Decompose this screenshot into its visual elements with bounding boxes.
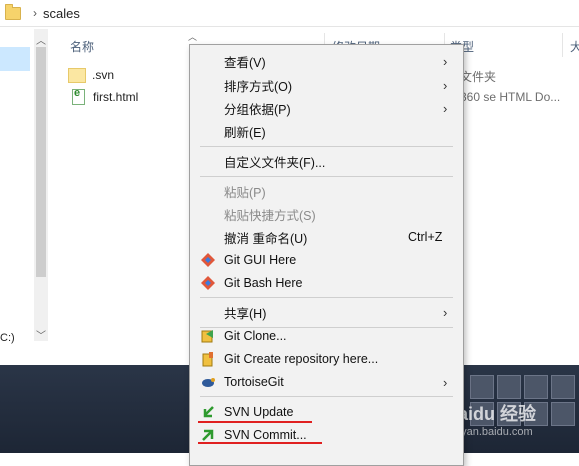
menu-item-group[interactable]: 分组依据(P) › bbox=[190, 97, 463, 119]
git-clone-icon bbox=[201, 330, 213, 343]
menu-separator bbox=[200, 176, 453, 177]
column-name[interactable]: 名称 bbox=[70, 38, 94, 55]
file-name: .svn bbox=[92, 68, 115, 82]
menu-item-label: Git GUI Here bbox=[224, 253, 297, 267]
menu-item-refresh[interactable]: 刷新(E) bbox=[190, 120, 463, 142]
chevron-right-icon: › bbox=[443, 374, 448, 390]
context-menu: 查看(V) › 排序方式(O) › 分组依据(P) › 刷新(E) 自定义文件夹… bbox=[189, 44, 464, 466]
menu-item-customize-folder[interactable]: 自定义文件夹(F)... bbox=[190, 150, 463, 172]
svn-update-icon bbox=[203, 406, 214, 418]
menu-item-git-bash[interactable]: Git Bash Here bbox=[190, 272, 463, 294]
menu-item-label: 自定义文件夹(F)... bbox=[224, 155, 326, 170]
menu-item-label: 粘贴快捷方式(S) bbox=[224, 208, 316, 223]
chevron-right-icon: › bbox=[443, 77, 448, 93]
nav-drive-label[interactable]: C:) bbox=[0, 332, 15, 344]
column-size[interactable]: 大 bbox=[570, 38, 579, 55]
menu-item-label: Git Bash Here bbox=[224, 276, 303, 290]
folder-icon bbox=[68, 67, 86, 83]
red-underline-annotation bbox=[198, 442, 322, 444]
git-icon bbox=[201, 253, 215, 267]
address-path[interactable]: scales bbox=[43, 6, 80, 21]
column-divider[interactable] bbox=[562, 33, 563, 57]
menu-item-label: 刷新(E) bbox=[224, 125, 266, 140]
menu-separator bbox=[200, 146, 453, 147]
chevron-right-icon: › bbox=[443, 53, 448, 69]
git-create-repo-icon bbox=[202, 352, 213, 367]
chevron-right-icon: › bbox=[443, 100, 448, 116]
menu-item-share[interactable]: 共享(H) › bbox=[190, 301, 463, 323]
file-row-svn[interactable]: .svn bbox=[68, 65, 114, 85]
menu-separator bbox=[200, 396, 453, 397]
sort-up-icon: ︿ bbox=[188, 32, 198, 42]
git-icon bbox=[201, 276, 215, 290]
navigation-pane: ︿ ﹀ C:) bbox=[0, 27, 50, 345]
menu-item-label: 分组依据(P) bbox=[224, 102, 291, 117]
menu-item-sort[interactable]: 排序方式(O) › bbox=[190, 74, 463, 96]
menu-item-label: 共享(H) bbox=[224, 306, 267, 321]
menu-item-label: Git Create repository here... bbox=[224, 352, 379, 366]
menu-item-label: SVN Update bbox=[224, 405, 294, 419]
menu-item-label: SVN Commit... bbox=[224, 428, 307, 442]
menu-item-tortoisegit[interactable]: TortoiseGit › bbox=[190, 371, 463, 393]
menu-item-label: 排序方式(O) bbox=[224, 79, 293, 94]
menu-item-paste-shortcut[interactable]: 粘贴快捷方式(S) bbox=[190, 203, 463, 225]
menu-item-git-create-repo[interactable]: Git Create repository here... bbox=[190, 348, 463, 370]
address-bar[interactable]: › scales bbox=[0, 0, 579, 27]
menu-separator bbox=[200, 297, 453, 298]
folder-icon bbox=[5, 3, 21, 20]
file-name: first.html bbox=[93, 90, 139, 104]
scroll-up-icon[interactable]: ︿ bbox=[36, 32, 46, 47]
menu-item-label: 撤消 重命名(U) bbox=[224, 231, 308, 246]
nav-scrollbar-thumb[interactable] bbox=[36, 47, 46, 277]
html-file-icon bbox=[72, 87, 85, 105]
menu-item-label: Git Clone... bbox=[224, 329, 287, 343]
chevron-right-icon[interactable]: › bbox=[33, 6, 37, 20]
red-underline-annotation bbox=[198, 421, 312, 423]
file-type: 文件夹 bbox=[460, 70, 497, 84]
menu-item-undo-rename[interactable]: 撤消 重命名(U) Ctrl+Z bbox=[190, 226, 463, 248]
menu-item-label: 粘贴(P) bbox=[224, 185, 266, 200]
menu-item-view[interactable]: 查看(V) › bbox=[190, 50, 463, 72]
chevron-right-icon: › bbox=[443, 304, 448, 320]
menu-item-svn-update[interactable]: SVN Update bbox=[190, 401, 463, 423]
menu-item-label: TortoiseGit bbox=[224, 375, 284, 389]
menu-item-label: 查看(V) bbox=[224, 55, 266, 70]
tortoisegit-icon bbox=[202, 378, 215, 387]
menu-item-git-clone[interactable]: Git Clone... bbox=[190, 325, 463, 347]
menu-item-paste[interactable]: 粘贴(P) bbox=[190, 180, 463, 202]
menu-item-git-gui[interactable]: Git GUI Here bbox=[190, 249, 463, 271]
nav-selected-item[interactable] bbox=[0, 47, 30, 71]
shortcut-label: Ctrl+Z bbox=[408, 230, 443, 244]
svn-commit-icon bbox=[202, 429, 214, 441]
file-row-first-html[interactable]: first.html bbox=[68, 87, 138, 107]
file-type: 360 se HTML Do... bbox=[460, 90, 561, 104]
scroll-down-icon[interactable]: ﹀ bbox=[36, 327, 46, 342]
